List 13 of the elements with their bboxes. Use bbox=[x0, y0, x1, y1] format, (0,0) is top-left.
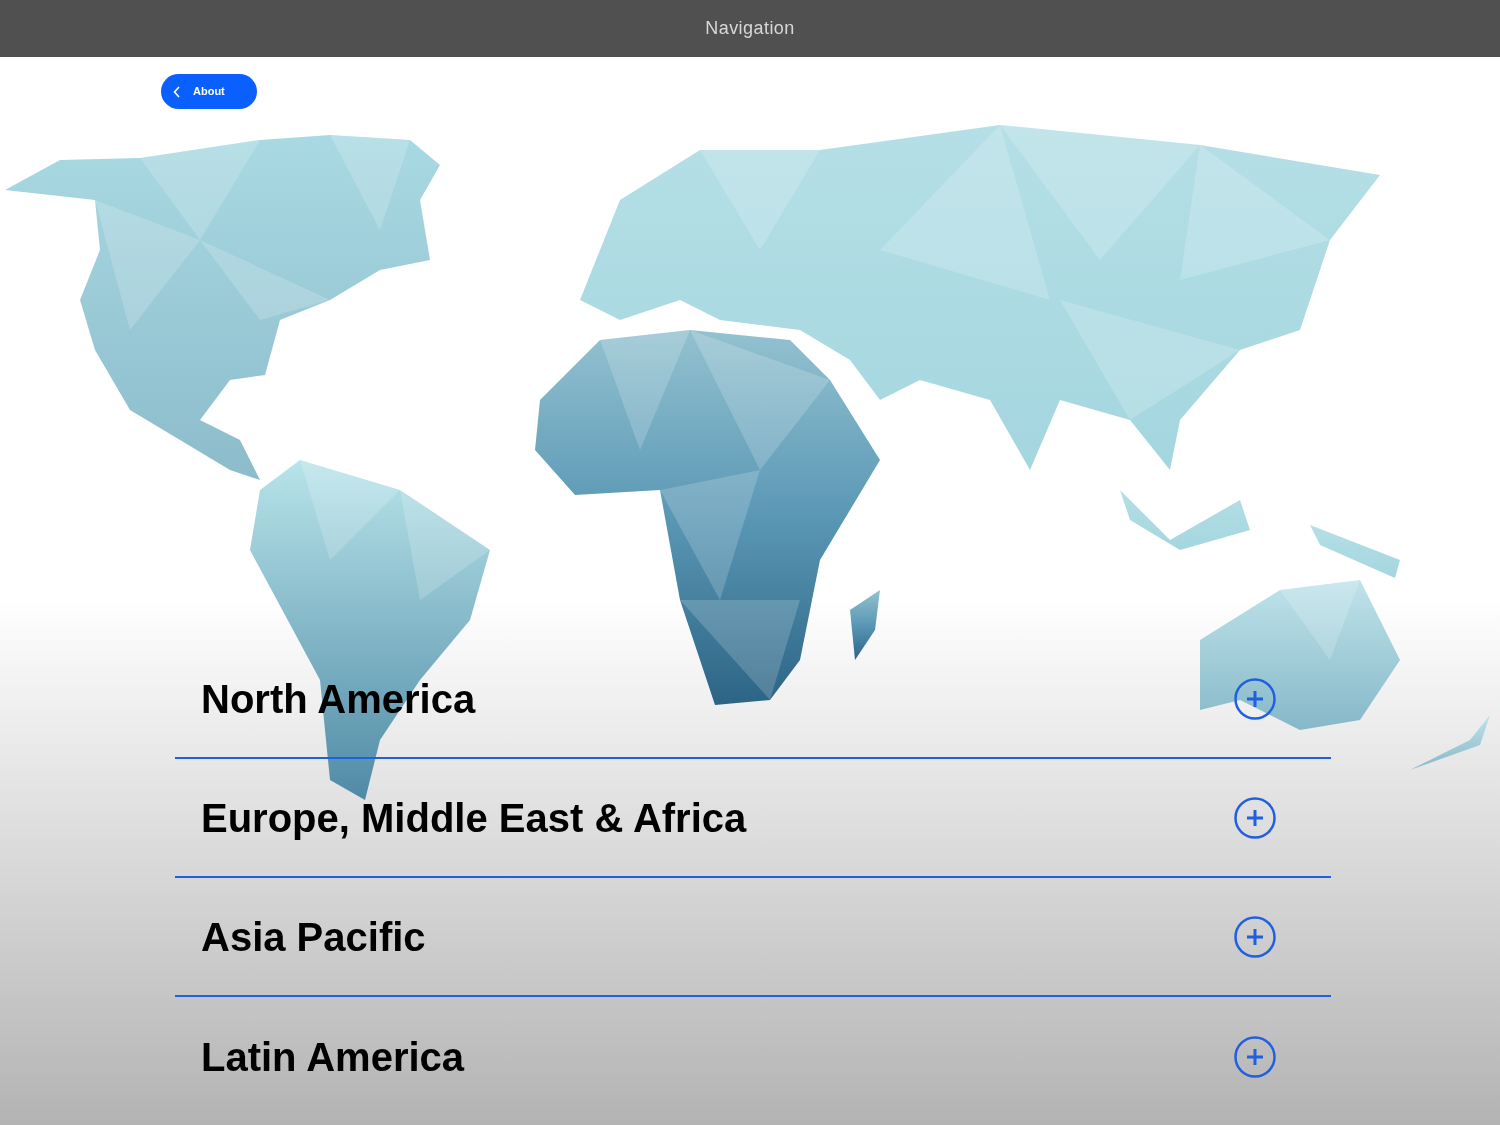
region-label: Latin America bbox=[201, 1033, 465, 1081]
region-label: Asia Pacific bbox=[201, 913, 426, 961]
region-row[interactable]: Europe, Middle East & Africa bbox=[175, 759, 1331, 878]
plus-circle-icon[interactable] bbox=[1234, 915, 1276, 958]
plus-circle-icon[interactable] bbox=[1234, 796, 1276, 839]
region-row[interactable]: Asia Pacific bbox=[175, 878, 1331, 997]
chevron-left-icon bbox=[173, 85, 181, 98]
nav-title: Navigation bbox=[705, 17, 795, 40]
back-button[interactable]: About bbox=[161, 74, 257, 109]
plus-circle-icon[interactable] bbox=[1234, 1035, 1276, 1078]
region-row[interactable]: Latin America bbox=[175, 997, 1331, 1116]
region-label: Europe, Middle East & Africa bbox=[201, 794, 747, 842]
plus-circle-icon[interactable] bbox=[1234, 677, 1276, 720]
